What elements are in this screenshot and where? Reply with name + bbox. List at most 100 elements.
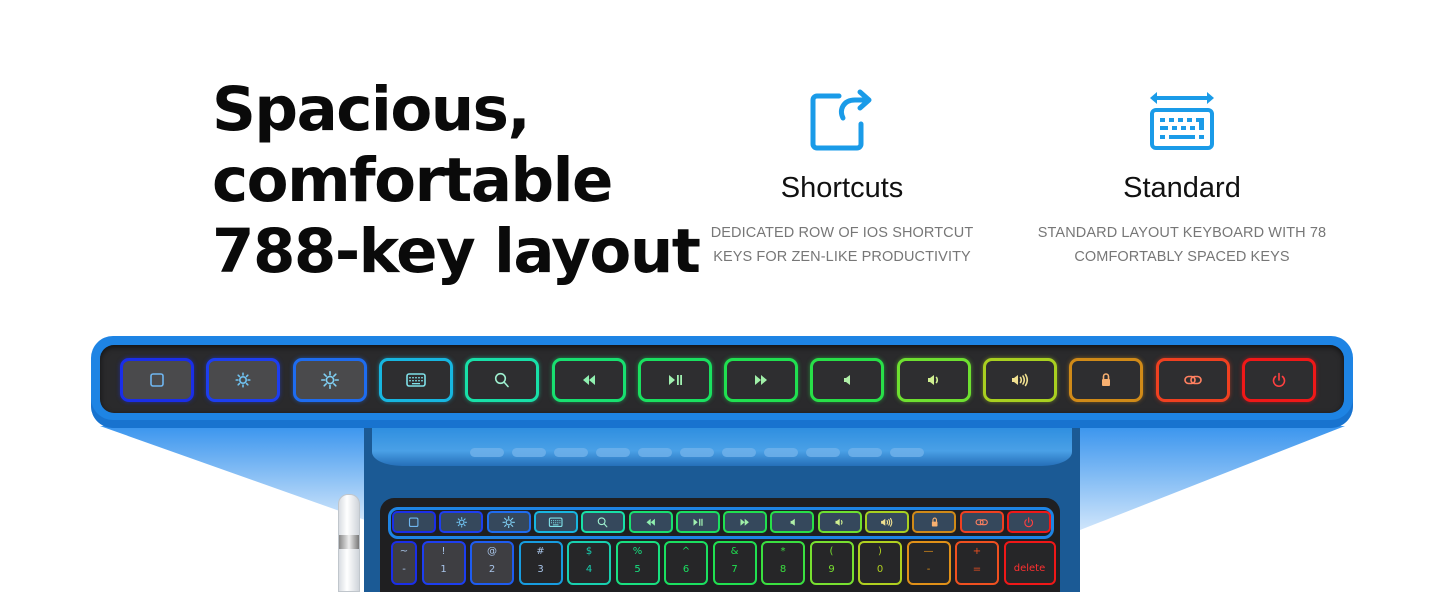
keyboard-icon xyxy=(549,517,563,527)
key-label: = xyxy=(972,564,982,575)
power-icon xyxy=(1024,516,1034,527)
key-=[interactable]: + = xyxy=(955,541,999,585)
key-play-pause[interactable] xyxy=(675,511,720,533)
headline: Spacious, comfortable 788-key layout xyxy=(212,74,701,287)
key-shift-label: ( xyxy=(829,546,834,557)
headline-line-2: comfortable xyxy=(212,145,613,216)
speaker-mute-icon xyxy=(844,375,851,385)
magnified-key-keyboard xyxy=(378,358,453,402)
key-shift-label: # xyxy=(536,546,545,557)
magnified-key-power xyxy=(1241,358,1316,402)
power-icon xyxy=(1272,372,1286,388)
key-5[interactable]: % 5 xyxy=(615,541,660,585)
key-link[interactable] xyxy=(959,511,1004,533)
key-1[interactable]: ! 1 xyxy=(421,541,466,585)
magnified-key-volume-down xyxy=(896,358,971,402)
magnified-key-brightness-up xyxy=(292,358,367,402)
key-label: 5 xyxy=(634,564,641,575)
magnified-key-brightness-down xyxy=(206,358,281,402)
fast-forward-icon xyxy=(755,375,768,385)
link-icon xyxy=(975,518,988,526)
volume-high-icon xyxy=(1012,373,1029,387)
key-lock[interactable] xyxy=(912,511,957,533)
key-power[interactable] xyxy=(1006,511,1051,533)
key-6[interactable]: ^ 6 xyxy=(664,541,708,585)
headline-line-1: Spacious, xyxy=(212,74,531,145)
key--[interactable]: — - xyxy=(906,541,951,585)
feature-standard: Standard STANDARD LAYOUT KEYBOARD WITH 7… xyxy=(1017,86,1347,269)
search-icon xyxy=(495,372,509,388)
tablet-screen xyxy=(372,428,1072,466)
feature-description-line: DEDICATED ROW OF IOS SHORTCUT xyxy=(710,225,974,241)
volume-high-icon xyxy=(881,517,893,527)
play-pause-icon xyxy=(668,375,682,385)
key-4[interactable]: $4 xyxy=(567,541,611,585)
headline-line-3: 788-key layout xyxy=(212,216,701,287)
key-2[interactable]: @2 xyxy=(470,541,514,585)
brightness-low-icon xyxy=(235,372,251,388)
magnified-key-next-track xyxy=(724,358,799,402)
key-8[interactable]: * 8 xyxy=(761,541,805,585)
feature-title: Standard xyxy=(1123,172,1241,204)
stylus-pencil xyxy=(338,494,360,592)
key-label: 6 xyxy=(682,564,690,575)
magnified-key-play-pause xyxy=(637,358,712,402)
key--[interactable]: ~ - xyxy=(391,541,417,585)
magnified-key-mute xyxy=(810,358,885,402)
key-label: 2 xyxy=(488,564,496,575)
key-previous-track[interactable] xyxy=(628,511,673,533)
key-brightness-down[interactable] xyxy=(439,511,484,533)
key-label: 9 xyxy=(828,564,835,575)
key-label: - xyxy=(926,564,931,575)
key-volume-down[interactable] xyxy=(817,511,862,533)
key-label: 1 xyxy=(440,564,447,575)
brightness-high-icon xyxy=(320,371,339,389)
magnified-key-volume-up xyxy=(983,358,1057,402)
key-label: 0 xyxy=(876,564,884,575)
brightness-low-icon xyxy=(455,516,467,528)
volume-low-icon xyxy=(927,375,938,385)
key-7[interactable]: & 7 xyxy=(712,541,757,585)
feature-description: STANDARD LAYOUT KEYBOARD WITH 78 COMFORT… xyxy=(1017,221,1347,269)
magnified-key-home xyxy=(120,358,194,402)
key-next-track[interactable] xyxy=(723,511,768,533)
key-9[interactable]: (9 xyxy=(809,541,854,585)
rewind-icon xyxy=(582,375,595,385)
key-label: 3 xyxy=(537,564,544,575)
key-brightness-up[interactable] xyxy=(486,511,531,533)
feature-description-line: COMFORTABLY SPACED KEYS xyxy=(1074,249,1290,265)
key-shift-label: $ xyxy=(585,546,593,557)
home-square-icon xyxy=(409,517,419,527)
volume-low-icon xyxy=(835,518,843,526)
magnified-key-previous-track xyxy=(551,358,626,402)
feature-description-line: KEYS FOR ZEN-LIKE PRODUCTIVITY xyxy=(713,249,971,265)
key-3[interactable]: #3 xyxy=(518,541,563,585)
speaker-mute-icon xyxy=(790,518,795,526)
keyboard-width-icon xyxy=(1017,86,1347,152)
feature-shortcuts: Shortcuts DEDICATED ROW OF IOS SHORTCUT … xyxy=(677,86,1007,269)
key-shift-label: % xyxy=(632,546,643,557)
key-shift-label: ! xyxy=(441,546,446,557)
key-label: 7 xyxy=(731,564,738,575)
keyboard-icon xyxy=(406,373,426,387)
key-keyboard[interactable] xyxy=(533,511,578,533)
key-shift-label: + xyxy=(972,546,982,557)
key-delete[interactable]: delete xyxy=(1003,541,1056,585)
key-label: 4 xyxy=(585,564,593,575)
key-volume-up[interactable] xyxy=(865,511,909,533)
share-shortcut-icon xyxy=(677,86,1007,152)
key-shift-label: ~ xyxy=(399,546,409,557)
key-mute[interactable] xyxy=(770,511,815,533)
brightness-high-icon xyxy=(502,515,515,529)
feature-title: Shortcuts xyxy=(780,172,904,204)
lock-icon xyxy=(1102,373,1111,386)
key-search[interactable] xyxy=(581,511,626,533)
home-square-icon xyxy=(150,373,164,387)
key-label: - xyxy=(402,564,406,575)
key-home[interactable] xyxy=(392,511,436,533)
feature-description: DEDICATED ROW OF IOS SHORTCUT KEYS FOR Z… xyxy=(677,221,1007,269)
lock-icon xyxy=(931,517,938,527)
key-shift-label: & xyxy=(730,546,739,557)
key-shift-label: ^ xyxy=(681,546,691,557)
key-0[interactable]: ) 0 xyxy=(858,541,902,585)
